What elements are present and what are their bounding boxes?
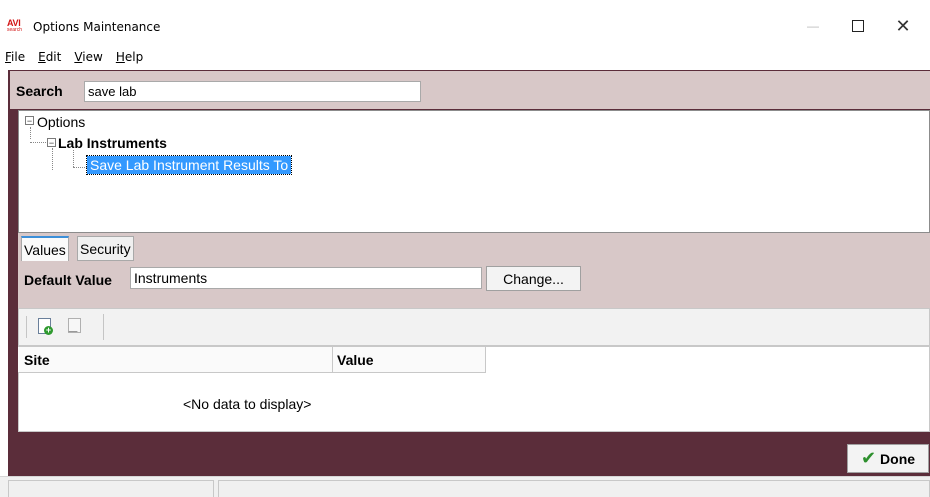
status-pane — [218, 480, 930, 497]
done-label: Done — [880, 450, 916, 467]
checkmark-icon: ✔ — [860, 448, 877, 469]
menu-file[interactable]: File — [5, 50, 25, 64]
tree-connector — [73, 167, 87, 168]
tree-connector — [30, 142, 46, 143]
tree-connector — [52, 148, 53, 170]
search-label: Search — [16, 83, 63, 99]
collapse-lab-instruments-icon[interactable]: − — [47, 138, 56, 148]
status-pane — [8, 480, 214, 497]
tab-strip — [18, 233, 930, 261]
column-header-site[interactable]: Site — [20, 347, 333, 373]
tree-node-options[interactable]: Options — [37, 114, 85, 130]
toolbar-separator — [103, 314, 104, 340]
column-header-value[interactable]: Value — [333, 347, 486, 373]
grid-empty-message: <No data to display> — [183, 396, 312, 412]
tab-values[interactable]: Values — [21, 236, 69, 261]
maximize-icon — [852, 20, 864, 32]
done-button[interactable]: ✔ Done — [847, 444, 929, 473]
tree-connector — [30, 127, 31, 139]
menu-help[interactable]: Help — [116, 50, 143, 64]
tree-node-lab-instruments[interactable]: Lab Instruments — [58, 135, 167, 151]
change-button[interactable]: Change... — [486, 266, 581, 291]
menu-bar: File Edit View Help — [0, 45, 930, 69]
app-logo-icon: AVI search — [7, 18, 23, 33]
menu-edit[interactable]: Edit — [38, 50, 61, 64]
grid-toolbar — [18, 308, 930, 346]
minimize-icon: — — [807, 19, 819, 33]
minimize-button[interactable]: — — [790, 10, 836, 42]
tab-security[interactable]: Security — [77, 236, 134, 261]
maximize-button[interactable] — [835, 10, 881, 42]
toolbar-grip — [26, 316, 27, 338]
default-value-label: Default Value — [24, 272, 112, 288]
collapse-options-icon[interactable]: − — [25, 116, 34, 126]
menu-view[interactable]: View — [74, 50, 102, 64]
edit-record-icon[interactable] — [68, 318, 83, 333]
window-title: Options Maintenance — [33, 20, 161, 34]
add-record-icon[interactable]: + — [38, 318, 53, 335]
tree-connector — [73, 150, 74, 167]
tree-node-save-lab-instrument-results[interactable]: Save Lab Instrument Results To — [85, 155, 293, 175]
close-icon: ✕ — [895, 15, 911, 37]
default-value-field[interactable] — [130, 267, 482, 289]
search-input[interactable] — [84, 81, 421, 102]
close-button[interactable]: ✕ — [880, 10, 926, 42]
